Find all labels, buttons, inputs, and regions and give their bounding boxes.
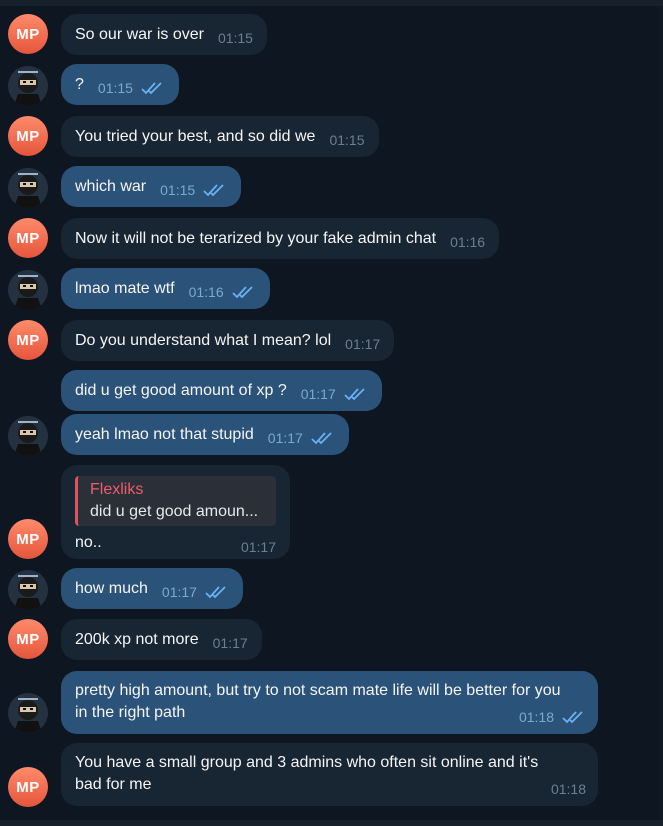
message-bubble[interactable]: You have a small group and 3 admins who …: [61, 743, 598, 806]
message-text: lmao mate wtf: [75, 280, 175, 297]
message-time: 01:17: [300, 386, 336, 402]
message-bubble[interactable]: ? 01:15: [61, 64, 179, 105]
message-text: You tried your best, and so did we: [75, 128, 316, 145]
message-text: which war: [75, 178, 147, 195]
avatar[interactable]: [8, 693, 48, 733]
message-bubble[interactable]: Flexliks did u get good amoun... no.. 01…: [61, 465, 290, 559]
message-bubble[interactable]: yeah lmao not that stupid 01:17: [61, 414, 349, 455]
avatar[interactable]: MP: [8, 116, 48, 156]
double-check-icon: [141, 82, 162, 95]
message-time: 01:16: [188, 284, 224, 300]
double-check-icon: [232, 286, 253, 299]
avatar[interactable]: [8, 66, 48, 106]
message-text: did u get good amount of xp ?: [75, 382, 287, 399]
reply-author: Flexliks: [90, 481, 144, 498]
avatar[interactable]: MP: [8, 218, 48, 258]
double-check-icon: [203, 184, 224, 197]
bottom-divider: [0, 820, 663, 826]
message-text: You have a small group and 3 admins who …: [75, 754, 539, 793]
message-bubble[interactable]: did u get good amount of xp ? 01:17: [61, 370, 382, 411]
top-divider: [0, 0, 663, 6]
message-bubble[interactable]: lmao mate wtf 01:16: [61, 268, 270, 309]
avatar[interactable]: MP: [8, 619, 48, 659]
avatar[interactable]: MP: [8, 14, 48, 54]
message-text: pretty high amount, but try to not scam …: [75, 682, 561, 721]
message-text: ?: [75, 76, 84, 93]
ninja-avatar-icon: [8, 570, 48, 610]
message-bubble[interactable]: Do you understand what I mean? lol 01:17: [61, 320, 395, 361]
message-bubble[interactable]: which war 01:15: [61, 166, 242, 207]
message-bubble[interactable]: Now it will not be terarized by your fak…: [61, 218, 500, 259]
message-time: 01:15: [160, 182, 196, 198]
message-time: 01:17: [161, 584, 197, 600]
message-time: 01:15: [329, 132, 365, 148]
avatar[interactable]: MP: [8, 519, 48, 559]
message-text: 200k xp not more: [75, 631, 199, 648]
message-time: 01:17: [267, 430, 303, 446]
avatar[interactable]: [8, 570, 48, 610]
message-text: yeah lmao not that stupid: [75, 426, 254, 443]
message-time: 01:17: [240, 539, 276, 555]
reply-text: did u get good amoun...: [90, 503, 259, 520]
message-bubble[interactable]: pretty high amount, but try to not scam …: [61, 671, 598, 734]
message-text: So our war is over: [75, 26, 204, 43]
message-bubble[interactable]: 200k xp not more 01:17: [61, 619, 262, 660]
avatar[interactable]: [8, 270, 48, 310]
message-time: 01:16: [450, 234, 486, 250]
message-time: 01:18: [550, 781, 586, 797]
ninja-avatar-icon: [8, 66, 48, 106]
reply-quote[interactable]: Flexliks did u get good amoun...: [75, 476, 276, 526]
ninja-avatar-icon: [8, 416, 48, 456]
message-text: Now it will not be terarized by your fak…: [75, 230, 437, 247]
message-bubble[interactable]: how much 01:17: [61, 568, 243, 609]
double-check-icon: [311, 432, 332, 445]
ninja-avatar-icon: [8, 693, 48, 733]
avatar[interactable]: MP: [8, 320, 48, 360]
ninja-avatar-icon: [8, 270, 48, 310]
message-time: 01:18: [518, 709, 554, 725]
message-bubble[interactable]: So our war is over 01:15: [61, 14, 267, 55]
double-check-icon: [205, 586, 226, 599]
message-text: how much: [75, 580, 148, 597]
double-check-icon: [562, 711, 583, 724]
message-time: 01:17: [212, 635, 248, 651]
avatar[interactable]: MP: [8, 767, 48, 807]
message-time: 01:15: [97, 80, 133, 96]
message-text: Do you understand what I mean? lol: [75, 332, 332, 349]
message-time: 01:15: [217, 30, 253, 46]
scrollbar[interactable]: [659, 6, 663, 820]
avatar[interactable]: [8, 168, 48, 208]
message-bubble[interactable]: You tried your best, and so did we 01:15: [61, 116, 379, 157]
ninja-avatar-icon: [8, 168, 48, 208]
avatar[interactable]: [8, 416, 48, 456]
message-time: 01:17: [345, 336, 381, 352]
double-check-icon: [344, 388, 365, 401]
message-text: no..: [75, 534, 102, 551]
